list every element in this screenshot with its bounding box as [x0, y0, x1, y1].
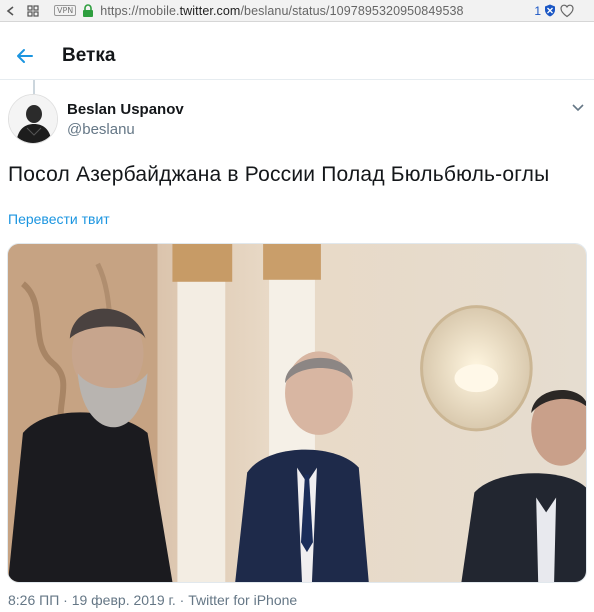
tweet-media-video[interactable] [7, 243, 587, 583]
author-name[interactable]: Beslan Uspanov [67, 101, 184, 118]
app-header: Ветка [0, 32, 594, 80]
thread-connector [33, 80, 35, 94]
author-handle[interactable]: @beslanu [67, 121, 135, 138]
tweet-text: Посол Азербайджана в России Полад Бюльбю… [8, 163, 550, 186]
grid-icon[interactable] [22, 0, 44, 22]
avatar[interactable] [8, 94, 58, 144]
lock-icon[interactable] [82, 3, 94, 18]
back-arrow-icon[interactable] [8, 41, 42, 71]
shield-icon[interactable] [544, 4, 556, 17]
chevron-down-icon[interactable] [570, 101, 586, 115]
vpn-badge[interactable]: VPN [54, 5, 77, 16]
page-title: Ветка [62, 44, 116, 66]
back-nav-icon[interactable] [0, 0, 22, 22]
browser-address-bar: VPN https://mobile.twitter.com/beslanu/s… [0, 0, 594, 22]
translate-tweet-link[interactable]: Перевести твит [8, 211, 110, 227]
url-field[interactable]: https://mobile.twitter.com/beslanu/statu… [100, 4, 534, 18]
tweet-timestamp[interactable]: 8:26 ПП · 19 февр. 2019 г. · Twitter for… [8, 592, 297, 608]
tab-count[interactable]: 1 [534, 4, 541, 18]
heart-icon[interactable] [560, 4, 574, 18]
